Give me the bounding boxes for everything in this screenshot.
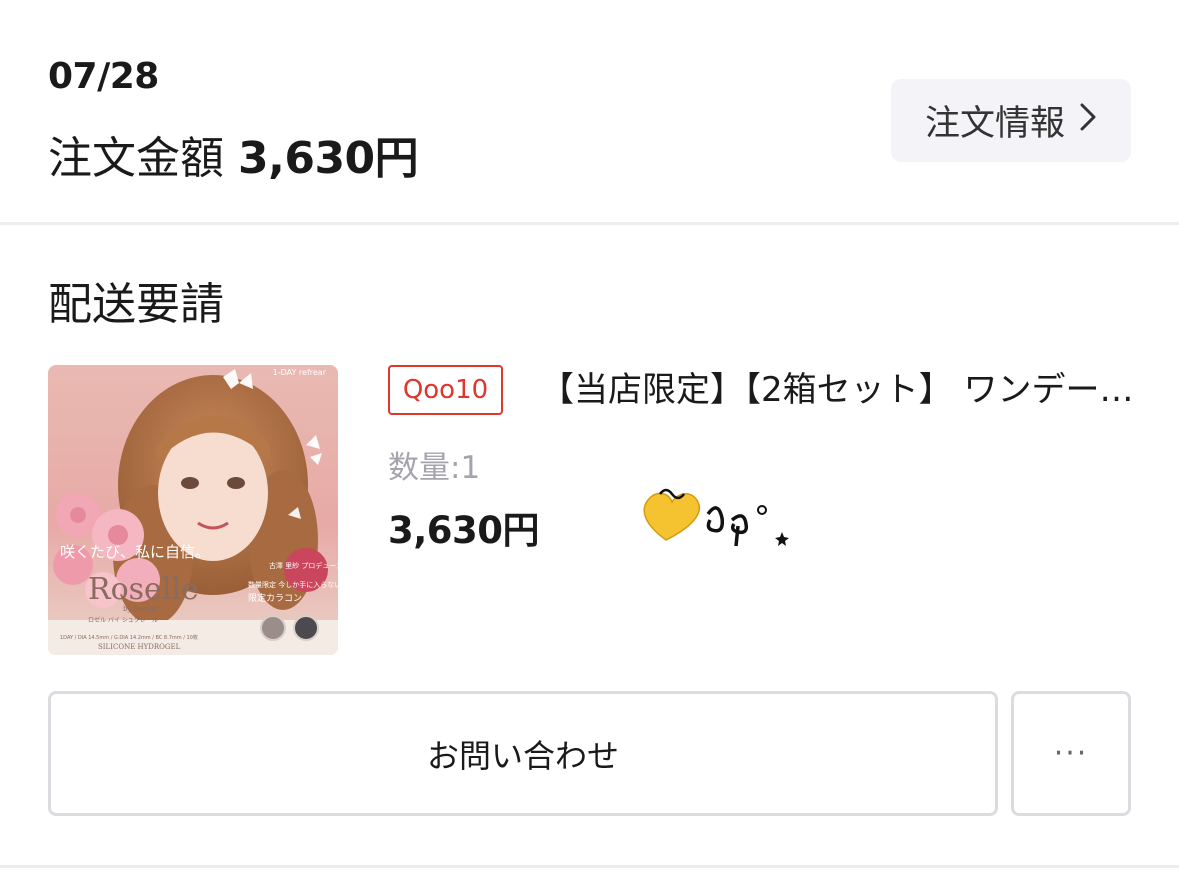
section-title: 配送要請 [48,279,224,330]
more-icon: ··· [1053,736,1089,771]
product-price: 3,630円 [388,509,540,552]
order-info-label: 注文情報 [924,104,1065,144]
image-tagline-text: 咲くたび、私に自信。 [60,543,210,561]
image-brand-text: 1-DAY refrear [273,368,327,377]
image-specs-text: 1DAY / DIA 14.5mm / G.DIA 14.2mm / BC 8.… [60,634,198,641]
more-options-button[interactable]: ··· [1011,691,1131,816]
image-limited-color-text: 限定カラコン [248,592,302,604]
product-quantity: 数量:1 [388,450,481,486]
image-logo-kana-text: ロゼル バイ シュクレール [88,616,158,624]
order-date: 07/28 [48,56,159,97]
order-total: 注文金額 3,630円 [48,122,419,186]
image-producer-text: 古澤 里紗 プロデュース [269,561,338,570]
product-title[interactable]: 【当店限定】【2箱セット】 ワンデーリフレア ロゼル バイ シュクレール [540,364,1135,416]
section-divider [0,222,1179,225]
image-limited-note-text: 数量限定 今しか手に入らない [248,580,338,589]
chevron-right-icon [1079,102,1097,140]
order-header: 07/28 注文金額 3,630円 注文情報 [0,0,1179,222]
image-logo-text: Roselle [88,572,199,607]
product-image[interactable]: 1-DAY refrear 咲くたび、私に自信。 Roselle by Sucl… [48,365,338,655]
store-badge: Qoo10 [388,365,503,415]
order-total-amount: 3,630円 [238,133,419,184]
image-logo-sub-text: by Suclair [123,605,160,613]
order-total-label: 注文金額 [48,133,224,184]
order-info-button[interactable]: 注文情報 [891,79,1131,162]
image-material-text: SILICONE HYDROGEL [98,643,181,651]
heart-sticker-icon [643,488,789,547]
bottom-divider [0,865,1179,868]
contact-button[interactable]: お問い合わせ [48,691,998,816]
